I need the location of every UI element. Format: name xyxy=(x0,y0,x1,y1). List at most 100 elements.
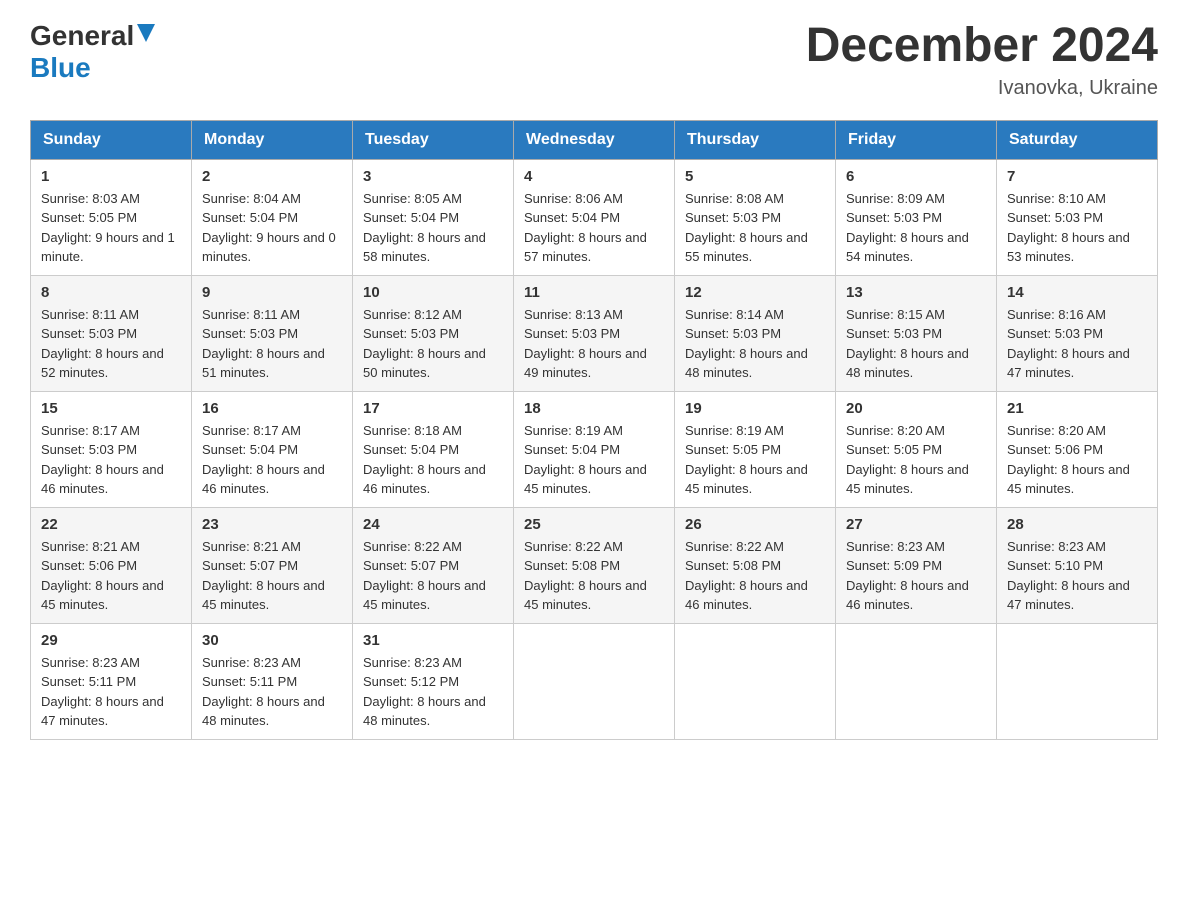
calendar-week-row: 22 Sunrise: 8:21 AM Sunset: 5:06 PM Dayl… xyxy=(31,507,1158,623)
calendar-cell: 23 Sunrise: 8:21 AM Sunset: 5:07 PM Dayl… xyxy=(192,507,353,623)
sunrise-label: Sunrise: 8:05 AM xyxy=(363,191,462,206)
daylight-label: Daylight: 8 hours and 45 minutes. xyxy=(524,462,647,497)
daylight-label: Daylight: 8 hours and 45 minutes. xyxy=(685,462,808,497)
calendar-cell: 1 Sunrise: 8:03 AM Sunset: 5:05 PM Dayli… xyxy=(31,159,192,275)
logo-blue-text: Blue xyxy=(30,52,91,83)
sunrise-label: Sunrise: 8:21 AM xyxy=(202,539,301,554)
sunrise-label: Sunrise: 8:23 AM xyxy=(1007,539,1106,554)
daylight-label: Daylight: 8 hours and 55 minutes. xyxy=(685,230,808,265)
calendar-cell xyxy=(675,623,836,739)
day-number: 22 xyxy=(41,516,181,533)
calendar-cell: 7 Sunrise: 8:10 AM Sunset: 5:03 PM Dayli… xyxy=(997,159,1158,275)
sunrise-label: Sunrise: 8:21 AM xyxy=(41,539,140,554)
calendar-table: Sunday Monday Tuesday Wednesday Thursday… xyxy=(30,120,1158,740)
sunset-label: Sunset: 5:04 PM xyxy=(363,442,459,457)
daylight-label: Daylight: 8 hours and 49 minutes. xyxy=(524,346,647,381)
day-number: 10 xyxy=(363,284,503,301)
day-info: Sunrise: 8:17 AM Sunset: 5:03 PM Dayligh… xyxy=(41,421,181,499)
day-info: Sunrise: 8:23 AM Sunset: 5:09 PM Dayligh… xyxy=(846,537,986,615)
calendar-cell: 9 Sunrise: 8:11 AM Sunset: 5:03 PM Dayli… xyxy=(192,275,353,391)
calendar-cell: 6 Sunrise: 8:09 AM Sunset: 5:03 PM Dayli… xyxy=(836,159,997,275)
daylight-label: Daylight: 9 hours and 1 minute. xyxy=(41,230,175,265)
sunrise-label: Sunrise: 8:22 AM xyxy=(685,539,784,554)
sunrise-label: Sunrise: 8:14 AM xyxy=(685,307,784,322)
sunset-label: Sunset: 5:05 PM xyxy=(846,442,942,457)
sunset-label: Sunset: 5:03 PM xyxy=(685,326,781,341)
daylight-label: Daylight: 8 hours and 45 minutes. xyxy=(1007,462,1130,497)
sunrise-label: Sunrise: 8:03 AM xyxy=(41,191,140,206)
day-number: 9 xyxy=(202,284,342,301)
day-info: Sunrise: 8:15 AM Sunset: 5:03 PM Dayligh… xyxy=(846,305,986,383)
calendar-cell: 22 Sunrise: 8:21 AM Sunset: 5:06 PM Dayl… xyxy=(31,507,192,623)
day-info: Sunrise: 8:23 AM Sunset: 5:11 PM Dayligh… xyxy=(41,653,181,731)
sunrise-label: Sunrise: 8:04 AM xyxy=(202,191,301,206)
day-number: 29 xyxy=(41,632,181,649)
sunrise-label: Sunrise: 8:11 AM xyxy=(41,307,139,322)
daylight-label: Daylight: 8 hours and 54 minutes. xyxy=(846,230,969,265)
day-info: Sunrise: 8:22 AM Sunset: 5:08 PM Dayligh… xyxy=(524,537,664,615)
day-info: Sunrise: 8:09 AM Sunset: 5:03 PM Dayligh… xyxy=(846,189,986,267)
sunrise-label: Sunrise: 8:08 AM xyxy=(685,191,784,206)
daylight-label: Daylight: 8 hours and 45 minutes. xyxy=(41,578,164,613)
daylight-label: Daylight: 8 hours and 47 minutes. xyxy=(1007,578,1130,613)
day-info: Sunrise: 8:05 AM Sunset: 5:04 PM Dayligh… xyxy=(363,189,503,267)
day-info: Sunrise: 8:19 AM Sunset: 5:04 PM Dayligh… xyxy=(524,421,664,499)
day-info: Sunrise: 8:19 AM Sunset: 5:05 PM Dayligh… xyxy=(685,421,825,499)
col-tuesday: Tuesday xyxy=(353,120,514,159)
calendar-week-row: 1 Sunrise: 8:03 AM Sunset: 5:05 PM Dayli… xyxy=(31,159,1158,275)
col-thursday: Thursday xyxy=(675,120,836,159)
day-number: 11 xyxy=(524,284,664,301)
day-info: Sunrise: 8:23 AM Sunset: 5:10 PM Dayligh… xyxy=(1007,537,1147,615)
day-number: 23 xyxy=(202,516,342,533)
sunrise-label: Sunrise: 8:19 AM xyxy=(524,423,623,438)
sunset-label: Sunset: 5:03 PM xyxy=(685,210,781,225)
day-info: Sunrise: 8:16 AM Sunset: 5:03 PM Dayligh… xyxy=(1007,305,1147,383)
day-info: Sunrise: 8:10 AM Sunset: 5:03 PM Dayligh… xyxy=(1007,189,1147,267)
calendar-cell: 24 Sunrise: 8:22 AM Sunset: 5:07 PM Dayl… xyxy=(353,507,514,623)
calendar-cell: 2 Sunrise: 8:04 AM Sunset: 5:04 PM Dayli… xyxy=(192,159,353,275)
day-info: Sunrise: 8:04 AM Sunset: 5:04 PM Dayligh… xyxy=(202,189,342,267)
calendar-cell xyxy=(514,623,675,739)
day-info: Sunrise: 8:06 AM Sunset: 5:04 PM Dayligh… xyxy=(524,189,664,267)
daylight-label: Daylight: 8 hours and 51 minutes. xyxy=(202,346,325,381)
daylight-label: Daylight: 8 hours and 46 minutes. xyxy=(202,462,325,497)
daylight-label: Daylight: 8 hours and 46 minutes. xyxy=(846,578,969,613)
daylight-label: Daylight: 8 hours and 45 minutes. xyxy=(363,578,486,613)
sunset-label: Sunset: 5:10 PM xyxy=(1007,558,1103,573)
day-number: 30 xyxy=(202,632,342,649)
calendar-cell: 31 Sunrise: 8:23 AM Sunset: 5:12 PM Dayl… xyxy=(353,623,514,739)
sunrise-label: Sunrise: 8:06 AM xyxy=(524,191,623,206)
calendar-header-row: Sunday Monday Tuesday Wednesday Thursday… xyxy=(31,120,1158,159)
sunset-label: Sunset: 5:03 PM xyxy=(846,210,942,225)
daylight-label: Daylight: 8 hours and 45 minutes. xyxy=(846,462,969,497)
sunset-label: Sunset: 5:12 PM xyxy=(363,674,459,689)
day-info: Sunrise: 8:21 AM Sunset: 5:07 PM Dayligh… xyxy=(202,537,342,615)
calendar-cell: 15 Sunrise: 8:17 AM Sunset: 5:03 PM Dayl… xyxy=(31,391,192,507)
sunrise-label: Sunrise: 8:18 AM xyxy=(363,423,462,438)
day-info: Sunrise: 8:23 AM Sunset: 5:11 PM Dayligh… xyxy=(202,653,342,731)
sunset-label: Sunset: 5:05 PM xyxy=(685,442,781,457)
page-header: General Blue December 2024 Ivanovka, Ukr… xyxy=(30,20,1158,100)
daylight-label: Daylight: 8 hours and 46 minutes. xyxy=(41,462,164,497)
daylight-label: Daylight: 8 hours and 46 minutes. xyxy=(363,462,486,497)
calendar-cell: 4 Sunrise: 8:06 AM Sunset: 5:04 PM Dayli… xyxy=(514,159,675,275)
sunset-label: Sunset: 5:04 PM xyxy=(524,210,620,225)
sunset-label: Sunset: 5:03 PM xyxy=(202,326,298,341)
daylight-label: Daylight: 8 hours and 53 minutes. xyxy=(1007,230,1130,265)
sunrise-label: Sunrise: 8:23 AM xyxy=(41,655,140,670)
sunrise-label: Sunrise: 8:19 AM xyxy=(685,423,784,438)
sunset-label: Sunset: 5:07 PM xyxy=(202,558,298,573)
calendar-cell: 29 Sunrise: 8:23 AM Sunset: 5:11 PM Dayl… xyxy=(31,623,192,739)
logo: General Blue xyxy=(30,20,155,84)
day-number: 14 xyxy=(1007,284,1147,301)
day-number: 13 xyxy=(846,284,986,301)
sunrise-label: Sunrise: 8:20 AM xyxy=(1007,423,1106,438)
day-info: Sunrise: 8:13 AM Sunset: 5:03 PM Dayligh… xyxy=(524,305,664,383)
calendar-week-row: 29 Sunrise: 8:23 AM Sunset: 5:11 PM Dayl… xyxy=(31,623,1158,739)
calendar-cell: 16 Sunrise: 8:17 AM Sunset: 5:04 PM Dayl… xyxy=(192,391,353,507)
sunrise-label: Sunrise: 8:15 AM xyxy=(846,307,945,322)
sunset-label: Sunset: 5:03 PM xyxy=(524,326,620,341)
col-saturday: Saturday xyxy=(997,120,1158,159)
sunrise-label: Sunrise: 8:11 AM xyxy=(202,307,300,322)
sunset-label: Sunset: 5:03 PM xyxy=(41,442,137,457)
